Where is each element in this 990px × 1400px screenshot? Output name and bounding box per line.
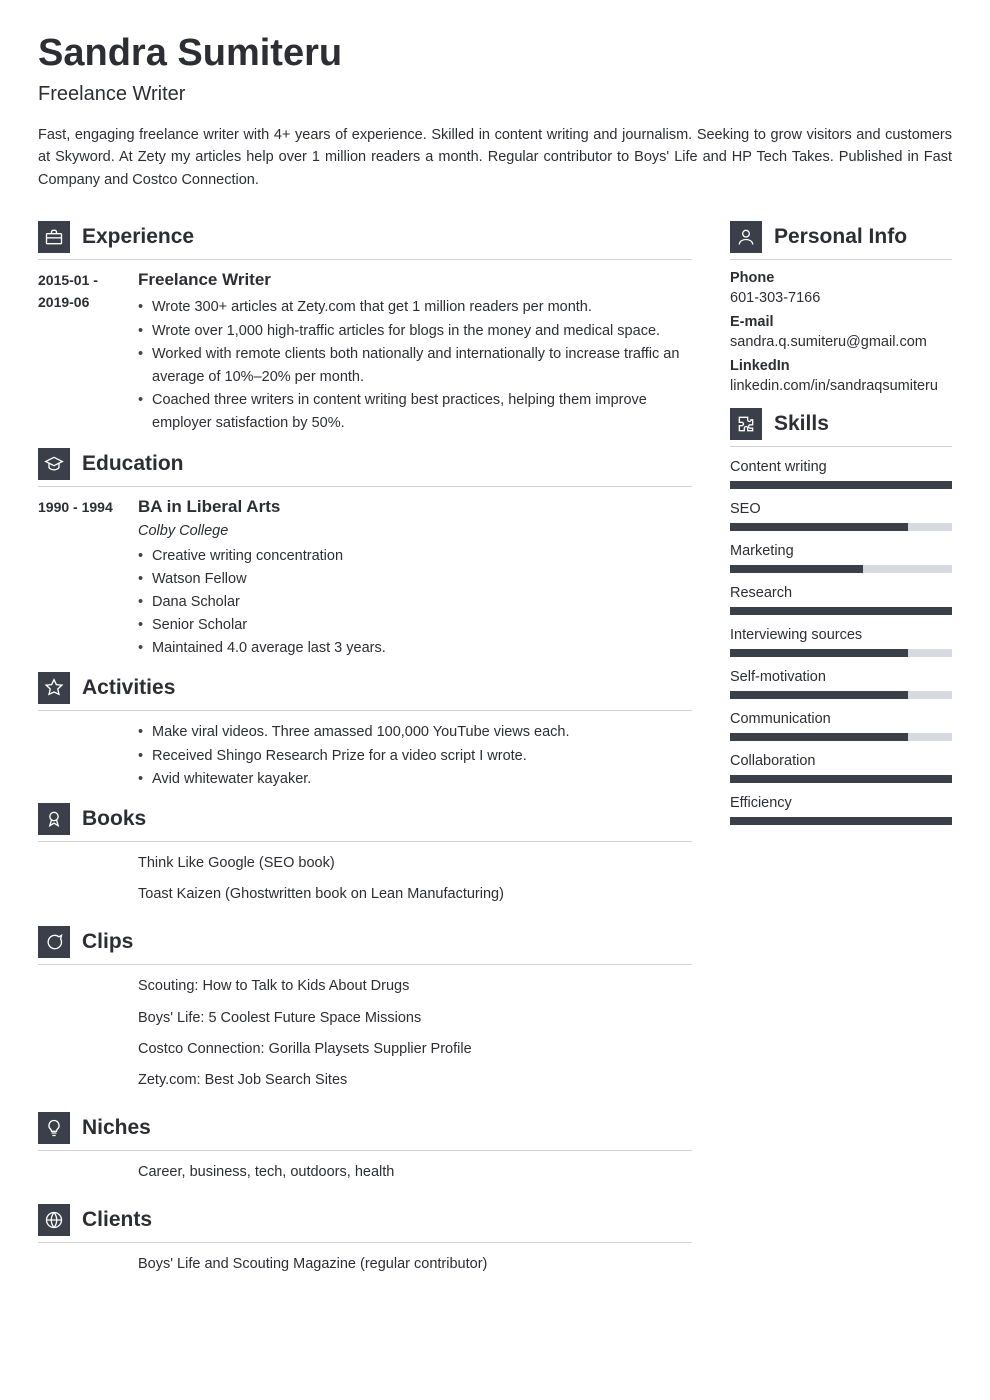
list-item: Maintained 4.0 average last 3 years. xyxy=(138,637,692,660)
email-value: sandra.q.sumiteru@gmail.com xyxy=(730,334,952,350)
skills-section: Skills Content writing SEO Marketing Resear… xyxy=(730,408,952,825)
skill-bar-fill xyxy=(730,775,952,783)
skill-bar xyxy=(730,523,952,531)
skill-label: Marketing xyxy=(730,543,952,559)
book-item: Think Like Google (SEO book) xyxy=(138,852,692,875)
skill-item: Collaboration xyxy=(730,753,952,783)
skill-item: Research xyxy=(730,585,952,615)
activities-heading: Activities xyxy=(82,676,175,700)
activities-section: Activities Make viral videos. Three amas… xyxy=(38,672,692,791)
list-item: Make viral videos. Three amassed 100,000… xyxy=(138,721,692,744)
list-item: Creative writing concentration xyxy=(138,545,692,568)
skill-bar xyxy=(730,649,952,657)
skill-bar xyxy=(730,691,952,699)
skill-label: Self-motivation xyxy=(730,669,952,685)
list-item: Wrote over 1,000 high-traffic articles f… xyxy=(138,320,692,343)
star-icon xyxy=(38,672,70,704)
skill-label: Communication xyxy=(730,711,952,727)
skill-bar-fill xyxy=(730,565,863,573)
education-heading: Education xyxy=(82,452,184,476)
list-item: Worked with remote clients both national… xyxy=(138,343,692,389)
list-item: Wrote 300+ articles at Zety.com that get… xyxy=(138,296,692,319)
skill-item: Self-motivation xyxy=(730,669,952,699)
books-section: Books Think Like Google (SEO book) Toast… xyxy=(38,803,692,914)
skill-bar xyxy=(730,565,952,573)
clips-heading: Clips xyxy=(82,930,133,954)
skill-item: Interviewing sources xyxy=(730,627,952,657)
experience-section: Experience 2015-01 - 2019-06 Freelance W… xyxy=(38,221,692,435)
skill-item: Marketing xyxy=(730,543,952,573)
linkedin-value: linkedin.com/in/sandraqsumiteru xyxy=(730,378,952,394)
list-item: Avid whitewater kayaker. xyxy=(138,768,692,791)
phone-value: 601-303-7166 xyxy=(730,290,952,306)
graduation-cap-icon xyxy=(38,448,70,480)
skill-bar xyxy=(730,733,952,741)
clip-item: Zety.com: Best Job Search Sites xyxy=(138,1069,692,1092)
skill-bar xyxy=(730,481,952,489)
skill-bar xyxy=(730,607,952,615)
email-label: E-mail xyxy=(730,314,952,330)
skill-bar-fill xyxy=(730,817,952,825)
skill-item: Efficiency xyxy=(730,795,952,825)
client-item: Boys' Life and Scouting Magazine (regula… xyxy=(138,1253,692,1276)
skill-item: Content writing xyxy=(730,459,952,489)
list-item: Senior Scholar xyxy=(138,614,692,637)
briefcase-icon xyxy=(38,221,70,253)
skill-bar-fill xyxy=(730,607,952,615)
education-dates: 1990 - 1994 xyxy=(38,497,126,661)
personal-info-heading: Personal Info xyxy=(774,225,907,249)
niches-section: Niches Career, business, tech, outdoors,… xyxy=(38,1112,692,1192)
clip-item: Boys' Life: 5 Coolest Future Space Missi… xyxy=(138,1007,692,1030)
list-item: Coached three writers in content writing… xyxy=(138,389,692,435)
skill-bar-fill xyxy=(730,691,908,699)
list-item: Dana Scholar xyxy=(138,591,692,614)
clients-section: Clients Boys' Life and Scouting Magazine… xyxy=(38,1204,692,1284)
chat-icon xyxy=(38,926,70,958)
clip-item: Costco Connection: Gorilla Playsets Supp… xyxy=(138,1038,692,1061)
books-heading: Books xyxy=(82,807,146,831)
skill-bar xyxy=(730,775,952,783)
phone-label: Phone xyxy=(730,270,952,286)
skill-bar-fill xyxy=(730,649,908,657)
job-title: Freelance Writer xyxy=(38,83,952,106)
book-item: Toast Kaizen (Ghostwritten book on Lean … xyxy=(138,883,692,906)
skill-label: Efficiency xyxy=(730,795,952,811)
skill-bar-fill xyxy=(730,481,952,489)
summary: Fast, engaging freelance writer with 4+ … xyxy=(38,124,952,191)
skill-bar xyxy=(730,817,952,825)
skill-item: SEO xyxy=(730,501,952,531)
list-item: Received Shingo Research Prize for a vid… xyxy=(138,745,692,768)
education-degree: BA in Liberal Arts xyxy=(138,497,692,517)
person-icon xyxy=(730,221,762,253)
experience-dates: 2015-01 - 2019-06 xyxy=(38,270,126,435)
skills-heading: Skills xyxy=(774,412,829,436)
skill-label: Content writing xyxy=(730,459,952,475)
lightbulb-icon xyxy=(38,1112,70,1144)
education-section: Education 1990 - 1994 BA in Liberal Arts… xyxy=(38,448,692,661)
left-column: Experience 2015-01 - 2019-06 Freelance W… xyxy=(38,209,692,1290)
skill-item: Communication xyxy=(730,711,952,741)
niches-text: Career, business, tech, outdoors, health xyxy=(138,1161,692,1184)
linkedin-label: LinkedIn xyxy=(730,358,952,374)
clients-heading: Clients xyxy=(82,1208,152,1232)
niches-heading: Niches xyxy=(82,1116,151,1140)
skill-label: SEO xyxy=(730,501,952,517)
clip-item: Scouting: How to Talk to Kids About Drug… xyxy=(138,975,692,998)
personal-info-section: Personal Info Phone 601-303-7166 E-mail … xyxy=(730,221,952,394)
experience-role: Freelance Writer xyxy=(138,270,692,290)
skill-label: Research xyxy=(730,585,952,601)
puzzle-icon xyxy=(730,408,762,440)
list-item: Watson Fellow xyxy=(138,568,692,591)
right-column: Personal Info Phone 601-303-7166 E-mail … xyxy=(730,209,952,1290)
experience-heading: Experience xyxy=(82,225,194,249)
skill-label: Collaboration xyxy=(730,753,952,769)
badge-icon xyxy=(38,803,70,835)
skill-label: Interviewing sources xyxy=(730,627,952,643)
skill-bar-fill xyxy=(730,523,908,531)
skill-bar-fill xyxy=(730,733,908,741)
globe-icon xyxy=(38,1204,70,1236)
education-institution: Colby College xyxy=(138,523,692,539)
clips-section: Clips Scouting: How to Talk to Kids Abou… xyxy=(38,926,692,1100)
name: Sandra Sumiteru xyxy=(38,32,952,75)
